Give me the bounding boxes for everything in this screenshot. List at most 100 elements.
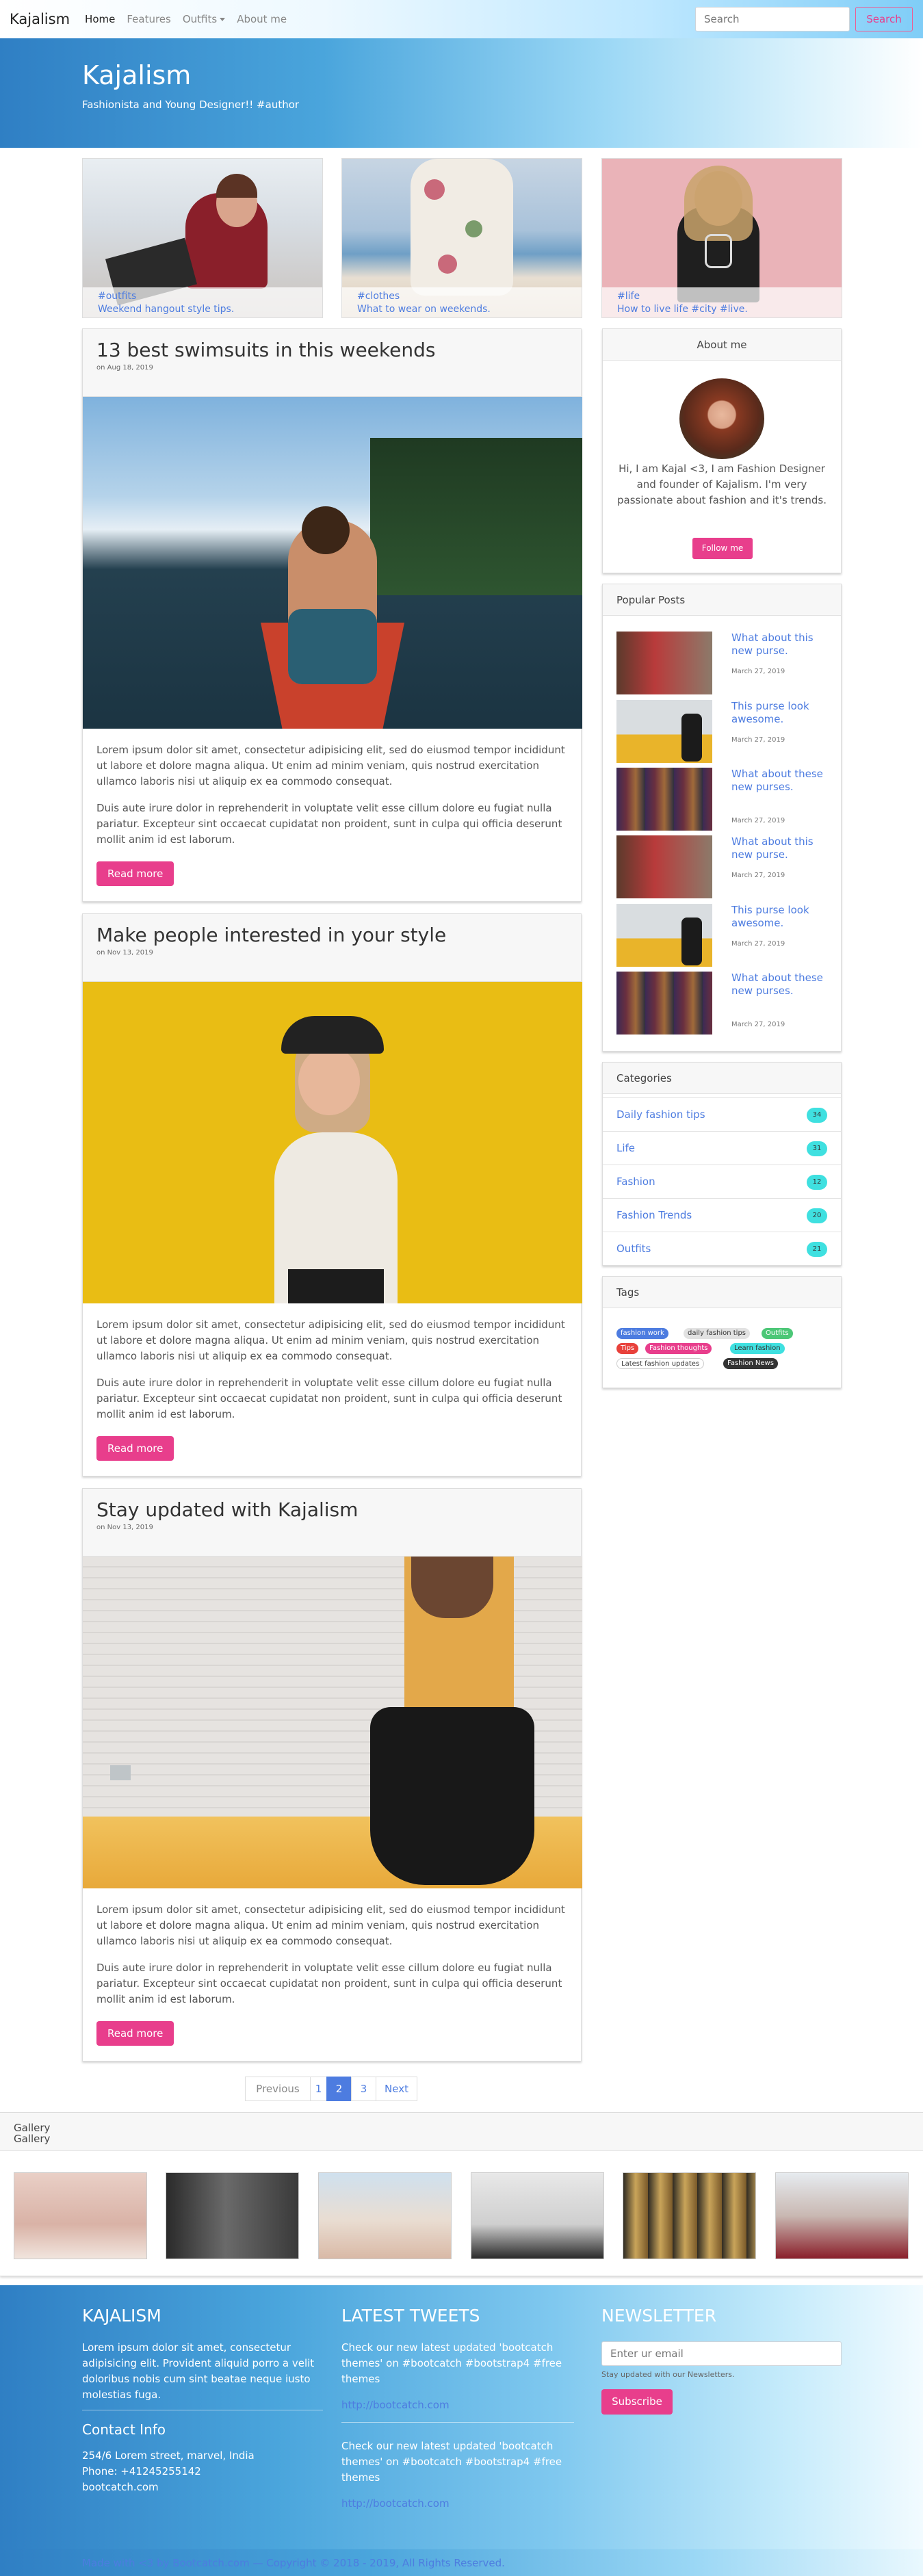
- post-title[interactable]: Stay updated with Kajalism: [96, 1498, 567, 1521]
- featured-tag[interactable]: #clothes: [357, 290, 567, 303]
- widget-title: About me: [603, 329, 841, 361]
- popular-post-item[interactable]: This purse look awesome. March 27, 2019: [616, 700, 829, 763]
- featured-card-outfits[interactable]: #outfits Weekend hangout style tips.: [82, 158, 323, 318]
- widget-title: Tags: [603, 1277, 841, 1308]
- gallery-image[interactable]: [775, 2172, 909, 2259]
- search-input[interactable]: [695, 7, 850, 31]
- brand-logo[interactable]: Kajalism: [10, 11, 70, 27]
- search-button[interactable]: Search: [855, 7, 913, 31]
- post-body: Lorem ipsum dolor sit amet, consectetur …: [83, 1888, 581, 2007]
- tag-chip[interactable]: Outfits: [762, 1328, 793, 1339]
- gallery-image[interactable]: [14, 2172, 147, 2259]
- post-title[interactable]: Make people interested in your style: [96, 924, 567, 946]
- gallery-image[interactable]: [623, 2172, 756, 2259]
- popular-post-thumb: [616, 972, 712, 1035]
- read-more-button[interactable]: Read more: [96, 861, 174, 886]
- popular-post-item[interactable]: What about these new purses. March 27, 2…: [616, 972, 829, 1035]
- post-body: Lorem ipsum dolor sit amet, consectetur …: [83, 729, 581, 848]
- tweet-link[interactable]: http://bootcatch.com: [341, 2497, 450, 2510]
- popular-post-thumb: [616, 835, 712, 898]
- popular-post-title[interactable]: This purse look awesome.: [731, 700, 827, 726]
- tag-chip[interactable]: daily fashion tips: [684, 1328, 750, 1339]
- post-paragraph: Duis aute irure dolor in reprehenderit i…: [96, 1377, 562, 1420]
- nav-features-link[interactable]: Features: [127, 13, 171, 25]
- footer-about-heading: KAJALISM: [82, 2306, 161, 2326]
- popular-post-date: March 27, 2019: [731, 817, 785, 824]
- category-label[interactable]: Life: [616, 1142, 635, 1154]
- post-body: Lorem ipsum dolor sit amet, consectetur …: [83, 1303, 581, 1422]
- category-item[interactable]: Life 31: [603, 1131, 841, 1165]
- tag-chip[interactable]: Fashion News: [723, 1358, 778, 1369]
- category-label[interactable]: Daily fashion tips: [616, 1108, 705, 1121]
- pagination-previous[interactable]: Previous: [245, 2077, 311, 2101]
- read-more-button[interactable]: Read more: [96, 2021, 174, 2046]
- post-paragraph: Duis aute irure dolor in reprehenderit i…: [96, 1962, 562, 2005]
- follow-me-button[interactable]: Follow me: [692, 538, 753, 559]
- post-title[interactable]: 13 best swimsuits in this weekends: [96, 339, 567, 361]
- featured-card-clothes[interactable]: #clothes What to wear on weekends.: [341, 158, 582, 318]
- tag-chip[interactable]: fashion work: [616, 1328, 668, 1339]
- category-item[interactable]: Fashion 12: [603, 1165, 841, 1198]
- featured-caption-text[interactable]: How to live life #city #live.: [617, 303, 827, 316]
- read-more-button[interactable]: Read more: [96, 1436, 174, 1461]
- featured-tag[interactable]: #outfits: [98, 290, 307, 303]
- blog-post-card: Stay updated with Kajalism on Nov 13, 20…: [82, 1488, 582, 2061]
- nav-outfits-dropdown[interactable]: Outfits: [183, 13, 226, 25]
- gallery-image[interactable]: [166, 2172, 299, 2259]
- nav-about-link[interactable]: About me: [237, 13, 287, 25]
- popular-post-thumb: [616, 700, 712, 763]
- pagination-page-1[interactable]: 1: [310, 2077, 327, 2101]
- category-item[interactable]: Daily fashion tips 34: [603, 1097, 841, 1131]
- hero-title: Kajalism: [82, 60, 192, 90]
- category-count-badge: 20: [807, 1208, 827, 1223]
- featured-card-life[interactable]: #life How to live life #city #live.: [601, 158, 842, 318]
- popular-post-item[interactable]: What about this new purse. March 27, 201…: [616, 632, 829, 694]
- category-count-badge: 21: [807, 1242, 827, 1257]
- tags-widget: Tags fashion work daily fashion tips Out…: [602, 1276, 842, 1388]
- popular-post-title[interactable]: What about this new purse.: [731, 835, 827, 861]
- gallery-image[interactable]: [318, 2172, 452, 2259]
- popular-post-date: March 27, 2019: [731, 668, 785, 675]
- popular-post-item[interactable]: What about these new purses. March 27, 2…: [616, 768, 829, 831]
- post-image: [83, 982, 582, 1303]
- popular-post-date: March 27, 2019: [731, 1021, 785, 1028]
- popular-post-date: March 27, 2019: [731, 940, 785, 948]
- popular-post-item[interactable]: What about this new purse. March 27, 201…: [616, 835, 829, 898]
- pagination-page-2[interactable]: 2: [326, 2077, 352, 2101]
- tag-chip[interactable]: Learn fashion: [730, 1343, 785, 1354]
- featured-caption-text[interactable]: What to wear on weekends.: [357, 303, 567, 316]
- featured-caption-text[interactable]: Weekend hangout style tips.: [98, 303, 307, 316]
- pagination-next[interactable]: Next: [376, 2077, 417, 2101]
- about-me-widget: About me Hi, I am Kajal <3, I am Fashion…: [602, 328, 842, 573]
- category-item[interactable]: Fashion Trends 20: [603, 1198, 841, 1232]
- copyright-bar: Made with <3 by Bootcatch.com — Copyrigh…: [0, 2549, 923, 2576]
- gallery-image[interactable]: [471, 2172, 604, 2259]
- category-label[interactable]: Fashion Trends: [616, 1209, 692, 1221]
- gallery-label: Gallery: [14, 2133, 51, 2145]
- subscribe-button[interactable]: Subscribe: [601, 2389, 673, 2415]
- tag-chip[interactable]: Tips: [616, 1343, 639, 1354]
- tweet-link[interactable]: http://bootcatch.com: [341, 2399, 450, 2411]
- popular-post-item[interactable]: This purse look awesome. March 27, 2019: [616, 904, 829, 967]
- category-item[interactable]: Outfits 21: [603, 1232, 841, 1265]
- featured-tag[interactable]: #life: [617, 290, 827, 303]
- popular-post-title[interactable]: This purse look awesome.: [731, 904, 827, 930]
- post-date: on Aug 18, 2019: [96, 364, 153, 372]
- post-paragraph: Lorem ipsum dolor sit amet, consectetur …: [96, 1903, 565, 1947]
- popular-post-title[interactable]: What about these new purses.: [731, 972, 827, 998]
- hero-banner: Kajalism Fashionista and Young Designer!…: [0, 38, 923, 148]
- gallery-title: Gallery: [14, 2122, 51, 2134]
- avatar: [679, 378, 764, 459]
- popular-post-title[interactable]: What about this new purse.: [731, 632, 827, 658]
- category-label[interactable]: Fashion: [616, 1175, 655, 1188]
- category-label[interactable]: Outfits: [616, 1243, 651, 1255]
- newsletter-email-input[interactable]: [601, 2341, 842, 2366]
- popular-post-thumb: [616, 768, 712, 831]
- nav-home-link[interactable]: Home: [85, 13, 115, 25]
- featured-caption: #outfits Weekend hangout style tips.: [83, 287, 322, 317]
- pagination-page-3[interactable]: 3: [351, 2077, 376, 2101]
- footer-site[interactable]: bootcatch.com: [82, 2480, 159, 2495]
- tag-chip[interactable]: Latest fashion updates: [616, 1358, 705, 1369]
- popular-post-title[interactable]: What about these new purses.: [731, 768, 827, 794]
- tag-chip[interactable]: Fashion thoughts: [645, 1343, 712, 1354]
